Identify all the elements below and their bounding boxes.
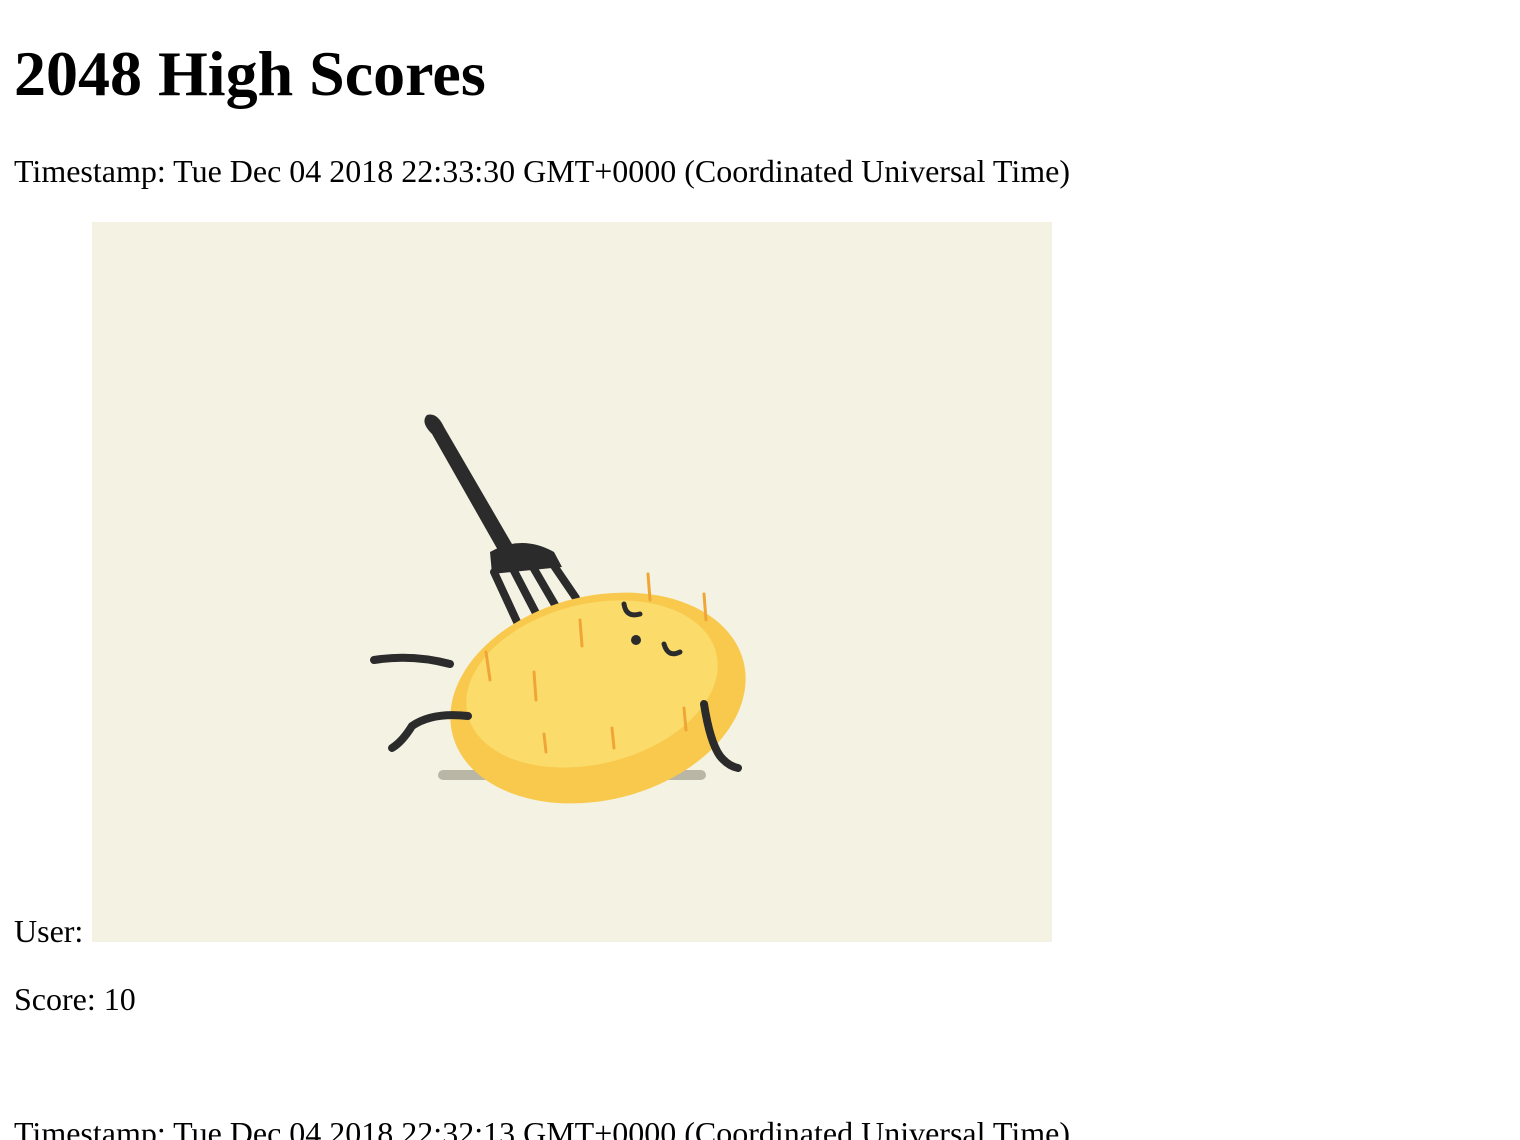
high-scores-page: 2048 High Scores Timestamp: Tue Dec 04 2… [0, 0, 1520, 1140]
entry-timestamp: Timestamp: Tue Dec 04 2018 22:32:13 GMT+… [14, 1115, 1070, 1140]
potato-with-fork-icon [370, 414, 746, 804]
entry-timestamp: Timestamp: Tue Dec 04 2018 22:33:30 GMT+… [14, 153, 1070, 189]
user-avatar-image [92, 222, 1052, 942]
page-title: 2048 High Scores [14, 38, 486, 109]
entry-user-label: User: [14, 913, 84, 949]
entry-score: Score: 10 [14, 981, 136, 1017]
